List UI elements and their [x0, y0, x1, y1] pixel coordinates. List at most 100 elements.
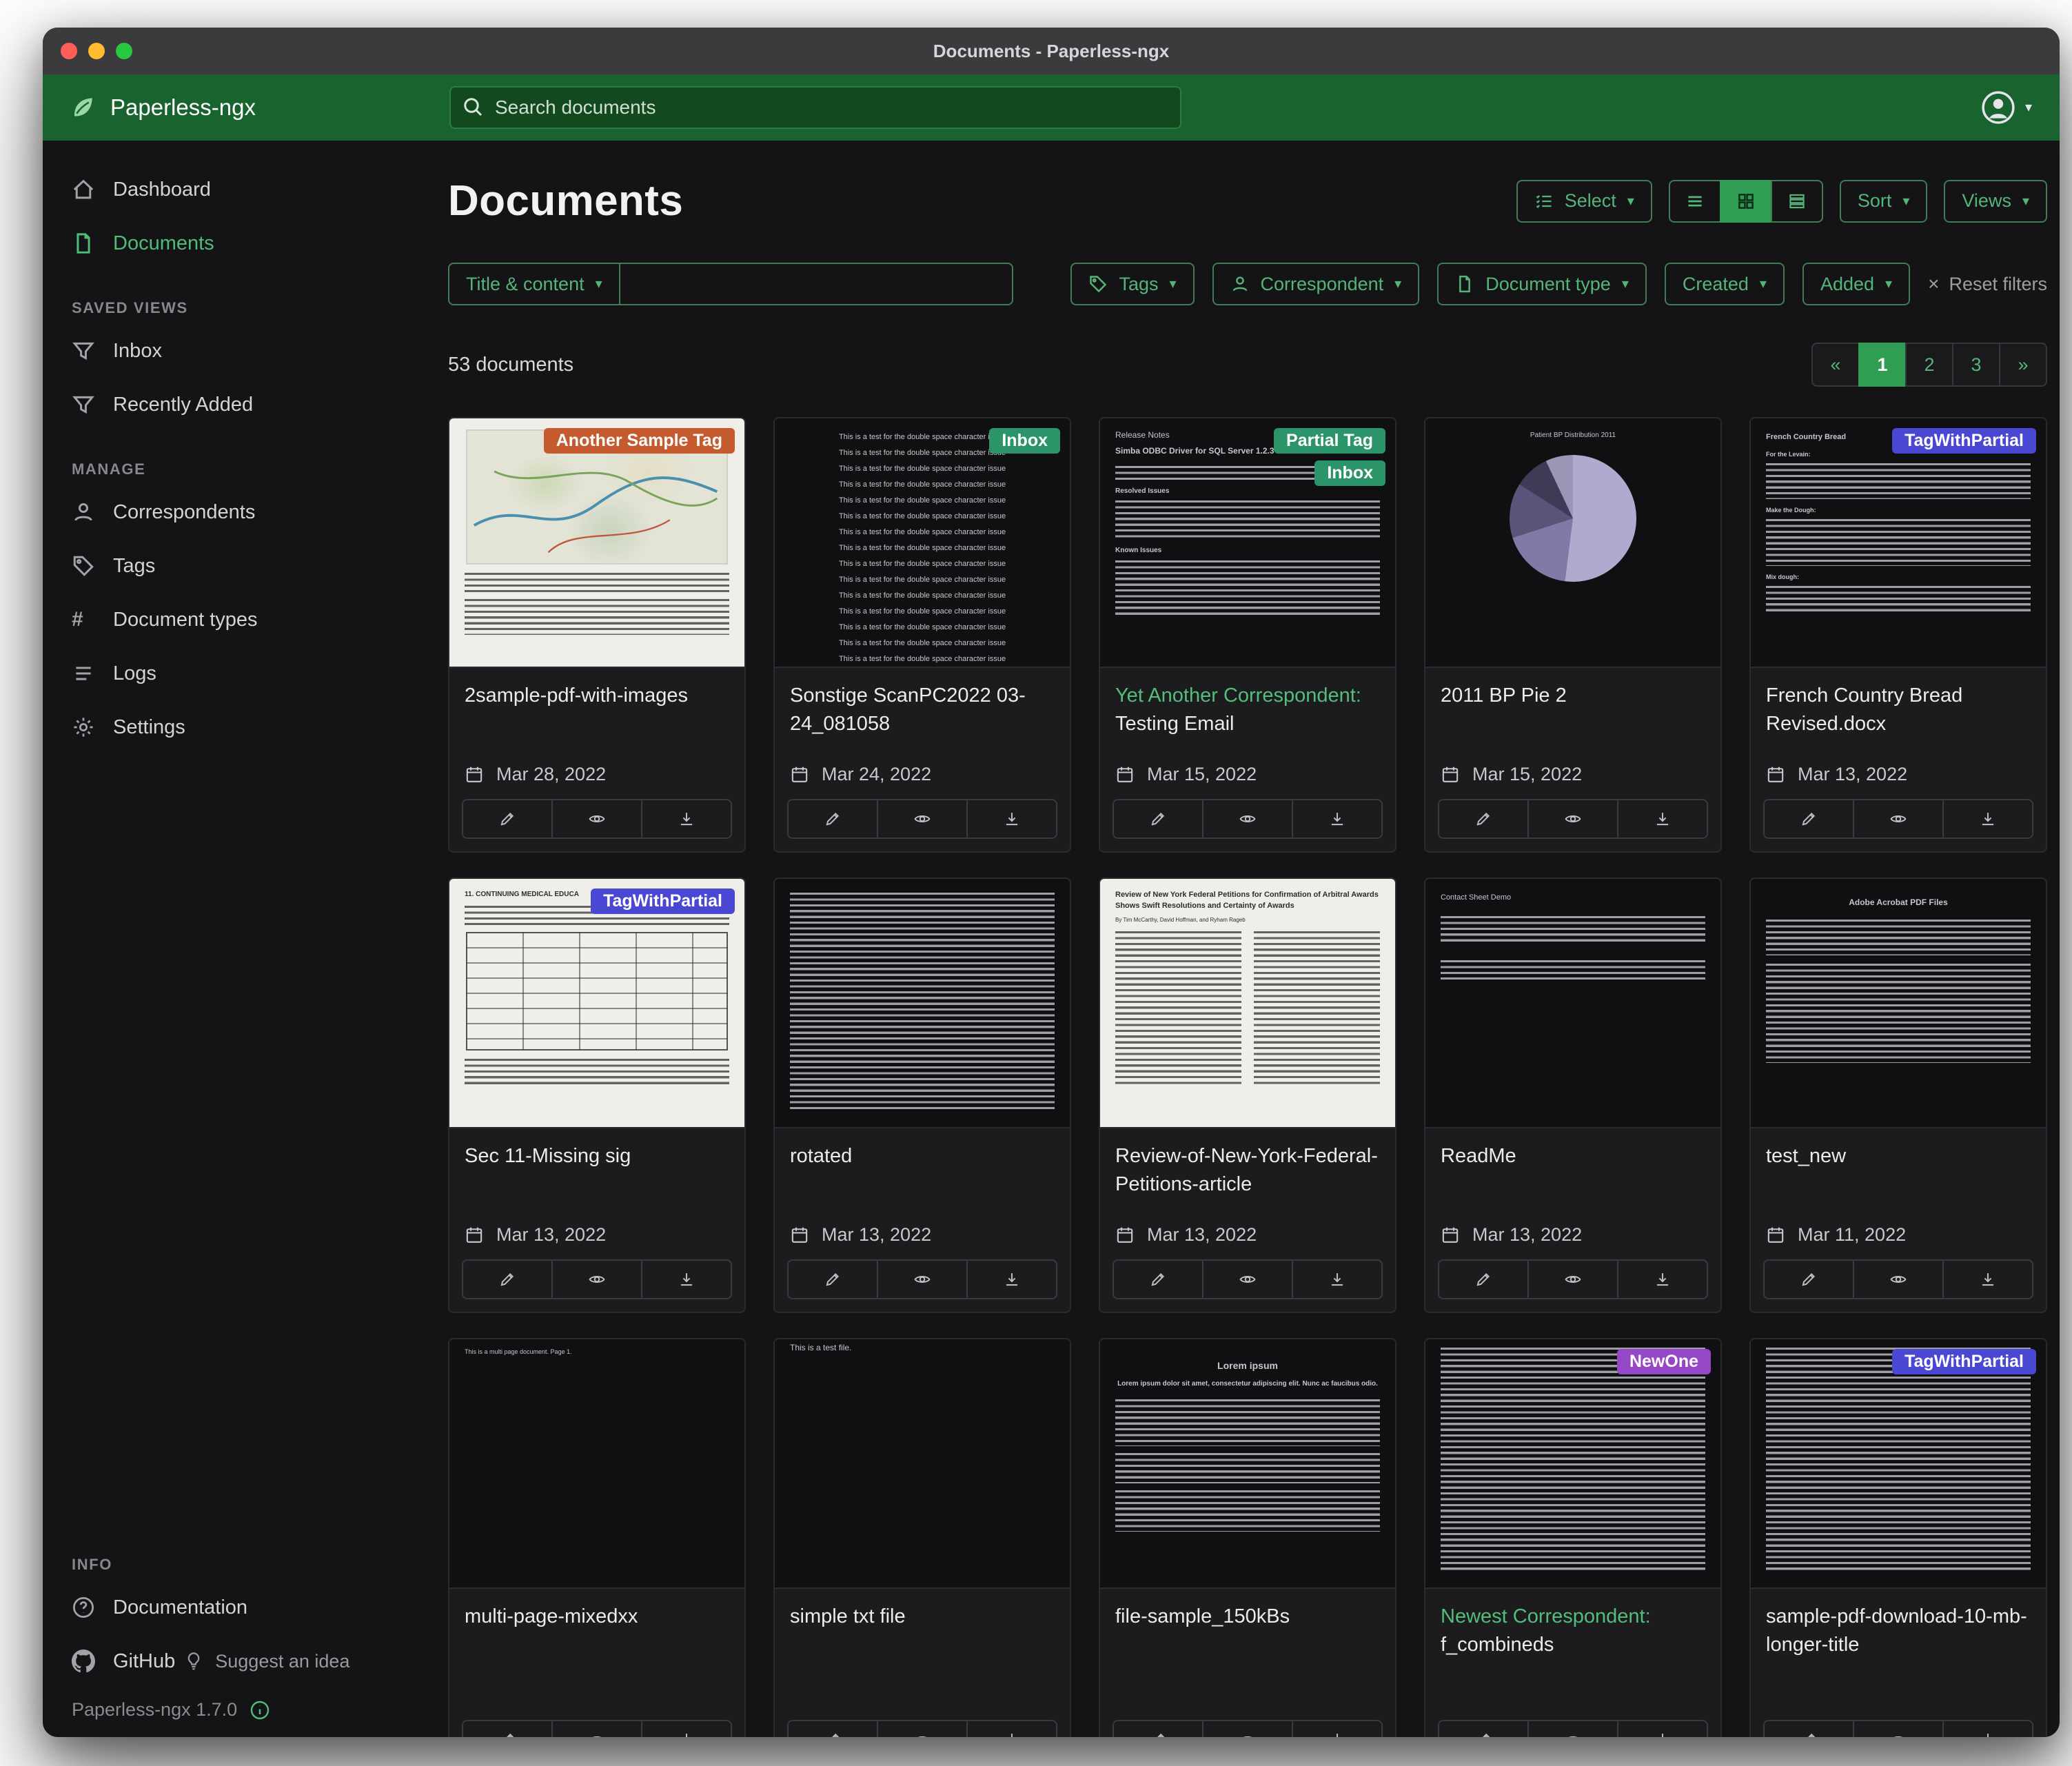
document-card[interactable]: Partial TagInboxRelease NotesSimba ODBC …: [1099, 417, 1396, 853]
sidebar-item-settings[interactable]: Settings: [43, 700, 416, 754]
edit-button[interactable]: [1114, 1261, 1202, 1298]
document-card[interactable]: Another Sample Tag 2sample-pdf-with-image…: [448, 417, 746, 853]
document-thumbnail[interactable]: TagWithPartialFrench Country BreadFor th…: [1751, 418, 2046, 668]
edit-button[interactable]: [789, 800, 877, 838]
pagination-page-1[interactable]: 1: [1858, 343, 1907, 387]
document-title[interactable]: sample-pdf-download-10-mb-longer-title: [1751, 1589, 2046, 1667]
title-content-input[interactable]: [620, 263, 1013, 305]
document-card[interactable]: Adobe Acrobat PDF Filestest_newMar 11, 2…: [1749, 877, 2047, 1313]
tag-badge[interactable]: TagWithPartial: [1892, 1349, 2036, 1374]
info-icon[interactable]: [250, 1700, 270, 1721]
preview-button[interactable]: [551, 1261, 641, 1298]
document-thumbnail[interactable]: Lorem ipsumLorem ipsum dolor sit amet, c…: [1100, 1339, 1395, 1589]
document-title[interactable]: Sonstige ScanPC2022 03-24_081058: [775, 668, 1070, 747]
document-thumbnail[interactable]: [775, 879, 1070, 1128]
document-title[interactable]: Sec 11-Missing sig: [449, 1128, 744, 1207]
document-card[interactable]: Review of New York Federal Petitions for…: [1099, 877, 1396, 1313]
document-title[interactable]: simple txt file: [775, 1589, 1070, 1667]
sidebar-item-tags[interactable]: Tags: [43, 539, 416, 593]
edit-button[interactable]: [1439, 1721, 1527, 1737]
document-thumbnail[interactable]: Review of New York Federal Petitions for…: [1100, 879, 1395, 1128]
view-grid-button[interactable]: [1720, 180, 1772, 223]
close-button[interactable]: [61, 43, 77, 59]
pagination-next[interactable]: »: [1999, 343, 2047, 387]
document-card[interactable]: NewOneNewest Correspondent: f_combineds: [1424, 1338, 1722, 1737]
document-title[interactable]: file-sample_150kBs: [1100, 1589, 1395, 1667]
user-menu[interactable]: ▾: [1981, 90, 2032, 125]
edit-button[interactable]: [463, 1721, 551, 1737]
document-thumbnail[interactable]: NewOne: [1425, 1339, 1720, 1589]
document-card[interactable]: rotatedMar 13, 2022: [773, 877, 1071, 1313]
document-title[interactable]: 2sample-pdf-with-images: [449, 668, 744, 747]
preview-button[interactable]: [877, 800, 966, 838]
edit-button[interactable]: [789, 1721, 877, 1737]
document-card[interactable]: TagWithPartial11. CONTINUING MEDICAL EDU…: [448, 877, 746, 1313]
edit-button[interactable]: [1765, 800, 1853, 838]
correspondent-filter-dropdown[interactable]: Correspondent ▾: [1212, 263, 1420, 305]
document-thumbnail[interactable]: Partial TagInboxRelease NotesSimba ODBC …: [1100, 418, 1395, 668]
download-button[interactable]: [641, 800, 731, 838]
sidebar-item-document-types[interactable]: # Document types: [43, 593, 416, 647]
reset-filters-button[interactable]: × Reset filters: [1928, 273, 2047, 295]
document-thumbnail[interactable]: TagWithPartial11. CONTINUING MEDICAL EDU…: [449, 879, 744, 1128]
download-button[interactable]: [966, 1721, 1056, 1737]
minimize-button[interactable]: [88, 43, 105, 59]
document-title[interactable]: ReadMe: [1425, 1128, 1720, 1207]
edit-button[interactable]: [1114, 800, 1202, 838]
document-title[interactable]: Yet Another Correspondent: Testing Email: [1100, 668, 1395, 747]
tag-badge[interactable]: TagWithPartial: [591, 889, 735, 914]
download-button[interactable]: [1292, 1721, 1381, 1737]
added-filter-dropdown[interactable]: Added ▾: [1802, 263, 1910, 305]
sidebar-item-documentation[interactable]: Documentation: [43, 1581, 416, 1634]
document-correspondent[interactable]: Yet Another Correspondent:: [1115, 684, 1361, 707]
preview-button[interactable]: [1527, 1261, 1617, 1298]
preview-button[interactable]: [1853, 800, 1942, 838]
document-card[interactable]: InboxThis is a test for the double space…: [773, 417, 1071, 853]
document-title[interactable]: French Country Bread Revised.docx: [1751, 668, 2046, 747]
preview-button[interactable]: [551, 800, 641, 838]
preview-button[interactable]: [1853, 1721, 1942, 1737]
sidebar-item-logs[interactable]: Logs: [43, 647, 416, 700]
download-button[interactable]: [1617, 800, 1707, 838]
document-title[interactable]: rotated: [775, 1128, 1070, 1207]
edit-button[interactable]: [463, 800, 551, 838]
document-card[interactable]: This is a test file.simple txt file: [773, 1338, 1071, 1737]
zoom-button[interactable]: [116, 43, 132, 59]
download-button[interactable]: [1942, 1721, 2032, 1737]
created-filter-dropdown[interactable]: Created ▾: [1665, 263, 1785, 305]
preview-button[interactable]: [1202, 1261, 1292, 1298]
edit-button[interactable]: [463, 1261, 551, 1298]
document-title[interactable]: test_new: [1751, 1128, 2046, 1207]
tags-filter-dropdown[interactable]: Tags ▾: [1070, 263, 1194, 305]
document-thumbnail[interactable]: This is a test file.: [775, 1339, 1070, 1589]
sidebar-item-correspondents[interactable]: Correspondents: [43, 485, 416, 539]
document-card[interactable]: Patient BP Distribution 20112011 BP Pie …: [1424, 417, 1722, 853]
tag-badge[interactable]: Inbox: [1314, 460, 1385, 486]
preview-button[interactable]: [1527, 1721, 1617, 1737]
download-button[interactable]: [1617, 1261, 1707, 1298]
tag-badge[interactable]: Another Sample Tag: [544, 428, 735, 454]
sidebar-item-github[interactable]: GitHub: [43, 1634, 183, 1688]
edit-button[interactable]: [1765, 1261, 1853, 1298]
document-title[interactable]: Newest Correspondent: f_combineds: [1425, 1589, 1720, 1667]
download-button[interactable]: [1942, 1261, 2032, 1298]
document-card[interactable]: TagWithPartial sample-pdf-download-10-mb-…: [1749, 1338, 2047, 1737]
download-button[interactable]: [641, 1261, 731, 1298]
pagination-page-3[interactable]: 3: [1952, 343, 2000, 387]
pagination-page-2[interactable]: 2: [1905, 343, 1953, 387]
document-correspondent[interactable]: Newest Correspondent:: [1441, 1605, 1651, 1627]
app-brand[interactable]: Paperless-ngx: [43, 94, 416, 121]
document-title[interactable]: Review-of-New-York-Federal-Petitions-art…: [1100, 1128, 1395, 1207]
sidebar-item-inbox[interactable]: Inbox: [43, 324, 416, 378]
preview-button[interactable]: [1202, 800, 1292, 838]
view-details-button[interactable]: [1771, 180, 1823, 223]
document-thumbnail[interactable]: Patient BP Distribution 2011: [1425, 418, 1720, 668]
document-thumbnail[interactable]: TagWithPartial: [1751, 1339, 2046, 1589]
download-button[interactable]: [1292, 1261, 1381, 1298]
document-card[interactable]: Contact Sheet DemoReadMeMar 13, 2022: [1424, 877, 1722, 1313]
tag-badge[interactable]: Inbox: [989, 428, 1060, 454]
download-button[interactable]: [1292, 800, 1381, 838]
download-button[interactable]: [1617, 1721, 1707, 1737]
document-type-filter-dropdown[interactable]: Document type ▾: [1437, 263, 1647, 305]
edit-button[interactable]: [1439, 800, 1527, 838]
